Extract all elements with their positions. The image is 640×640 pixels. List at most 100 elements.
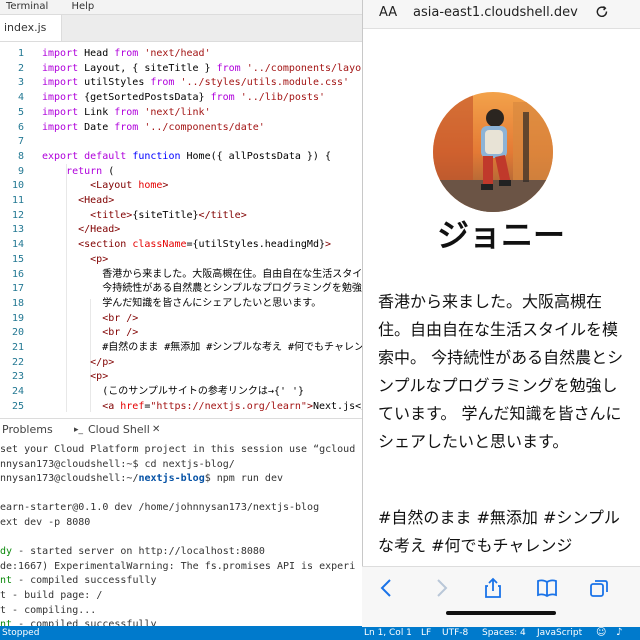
code-token: >: [162, 180, 169, 192]
menu-terminal[interactable]: Terminal: [6, 1, 48, 12]
code-line[interactable]: 4 import {getSortedPostsData} from '../li…: [0, 90, 362, 105]
terminal-token: nextjs-blog: [138, 473, 205, 485]
line-number: 19: [11, 312, 24, 324]
panel-tab-bar: Problems ▸_ Cloud Shell ✕: [0, 418, 362, 442]
code-line[interactable]: 18 学んだ知識を皆さんにシェアしたいと思います。: [0, 296, 362, 311]
bookmarks-icon[interactable]: [536, 577, 558, 599]
code-line[interactable]: 25 <a href="https://nextjs.org/learn">Ne…: [0, 399, 362, 414]
text-size-button[interactable]: AA: [379, 5, 397, 20]
line-number: 7: [17, 136, 24, 148]
terminal-line: de:1667) ExperimentalWarning: The fs.pro…: [0, 559, 362, 574]
terminal-output[interactable]: set your Cloud Platform project in this …: [0, 441, 362, 630]
code-token: 今持続性がある自然農とシンプルなプログラミングを勉強: [42, 283, 362, 295]
code-token: Home({ allPostsData }) {: [180, 150, 332, 162]
code-token: "https://nextjs.org/learn": [150, 400, 307, 412]
code-line[interactable]: 10 <Layout home>: [0, 178, 362, 193]
code-token: import: [42, 92, 79, 104]
code-line[interactable]: 13 </Head>: [0, 222, 362, 237]
code-line[interactable]: 15 <p>: [0, 252, 362, 267]
code-line[interactable]: 21 #自然のまま #無添加 #シンプルな考え #何でもチャレン: [0, 340, 362, 355]
tab-problems[interactable]: Problems: [2, 419, 53, 441]
line-number: 16: [11, 268, 24, 280]
profile-avatar: [433, 92, 553, 212]
terminal-line: dy - started server on http://localhost:…: [0, 544, 362, 559]
code-token: '../components/layout: [240, 62, 362, 74]
code-token: Layout, { siteTitle }: [78, 62, 217, 74]
code-line[interactable]: 20 <br />: [0, 325, 362, 340]
status-indentation[interactable]: Spaces: 4: [482, 626, 526, 640]
code-line[interactable]: 6 import Date from '../components/date': [0, 120, 362, 135]
avatar-photo: [433, 92, 553, 212]
code-line[interactable]: 9 return (: [0, 164, 362, 179]
code-line[interactable]: 22 </p>: [0, 355, 362, 370]
code-editor[interactable]: 1 import Head from 'next/head' 2 import Lay…: [0, 44, 362, 412]
code-token: '../lib/posts': [234, 92, 325, 104]
terminal-line: nnysan173@cloudshell:~/nextjs-blog$ npm …: [0, 471, 362, 486]
line-number: 14: [11, 239, 24, 251]
status-eol[interactable]: LF: [421, 626, 431, 640]
code-token: Date: [78, 121, 115, 133]
line-number: 10: [11, 180, 24, 192]
code-line[interactable]: 1 import Head from 'next/head': [0, 46, 362, 61]
terminal-token: $ npm run dev: [204, 473, 283, 485]
terminal-token: nt: [0, 575, 13, 587]
line-number: 9: [17, 165, 24, 177]
code-token: >: [325, 239, 332, 251]
status-cursor-position[interactable]: Ln 1, Col 1: [364, 626, 412, 640]
terminal-token: nnysan173@cloudshell:~/: [0, 473, 139, 485]
close-icon[interactable]: ✕: [152, 419, 160, 441]
code-token: import: [42, 121, 79, 133]
reload-icon[interactable]: [595, 5, 609, 19]
code-token: <Layout: [42, 180, 133, 192]
code-line[interactable]: 19 <br />: [0, 311, 362, 326]
status-language[interactable]: JavaScript: [537, 626, 582, 640]
terminal-token: de:1667) ExperimentalWarning: The fs.pro…: [0, 560, 356, 572]
terminal-token: nnysan173@cloudshell:~$ cd nextjs-blog/: [0, 458, 235, 470]
code-line[interactable]: 5 import Link from 'next/link': [0, 105, 362, 120]
code-line[interactable]: 23 <p>: [0, 369, 362, 384]
code-line[interactable]: 11 <Head>: [0, 193, 362, 208]
code-line[interactable]: 8 export default function Home({ allPosts…: [0, 149, 362, 164]
tab-cloud-shell[interactable]: Cloud Shell: [88, 419, 150, 442]
share-icon[interactable]: [482, 577, 504, 599]
code-token: home: [132, 180, 163, 192]
terminal-line: set your Cloud Platform project in this …: [0, 442, 362, 457]
code-token: import: [42, 62, 79, 74]
terminal-token: t - compiling...: [0, 604, 97, 616]
code-line[interactable]: 3 import utilStyles from '../styles/utils…: [0, 75, 362, 90]
code-line[interactable]: 14 <section className={utilStyles.headin…: [0, 237, 362, 252]
code-line[interactable]: 17 今持続性がある自然農とシンプルなプログラミングを勉強: [0, 281, 362, 296]
code-token: <p>: [42, 253, 109, 265]
address-bar[interactable]: AA asia-east1.cloudshell.dev: [363, 0, 640, 29]
code-token: 'next/head': [138, 48, 211, 59]
forward-arrow-icon[interactable]: [430, 577, 452, 599]
code-token: import: [42, 106, 79, 118]
status-encoding[interactable]: UTF-8: [442, 626, 468, 640]
line-number: 4: [17, 92, 24, 104]
menu-help[interactable]: Help: [71, 1, 94, 12]
code-line[interactable]: 24 (このサンプルサイトの参考リンクは→{' '}: [0, 384, 362, 399]
tab-index-js[interactable]: index.js: [0, 15, 62, 41]
code-line[interactable]: 16 香港から来ました。大阪高槻在住。自由自在な生活スタイ: [0, 267, 362, 282]
code-token: from: [114, 106, 139, 118]
code-token: <br />: [42, 327, 139, 339]
tabs-icon[interactable]: [588, 577, 610, 599]
back-arrow-icon[interactable]: [376, 577, 398, 599]
code-token: <title>: [42, 209, 133, 221]
code-token: utilStyles: [78, 77, 151, 89]
code-token: href: [114, 400, 145, 412]
terminal-line: t - build page: /: [0, 588, 362, 603]
code-line[interactable]: 12 <title>{siteTitle}</title>: [0, 208, 362, 223]
status-run-state[interactable]: Stopped: [2, 626, 39, 640]
notification-bell-icon[interactable]: ♪: [616, 626, 622, 640]
code-token: Next.js</a: [312, 400, 362, 412]
code-line[interactable]: 7: [0, 134, 362, 149]
feedback-icon[interactable]: ☺: [596, 626, 606, 640]
code-line[interactable]: 2 import Layout, { siteTitle } from '../c…: [0, 61, 362, 76]
line-number: 8: [17, 150, 24, 162]
url-text[interactable]: asia-east1.cloudshell.dev: [413, 5, 578, 20]
code-token: export: [42, 150, 79, 162]
terminal-token: earn-starter@0.1.0 dev /home/johnnysan17…: [0, 502, 320, 514]
line-number: 2: [17, 62, 24, 74]
